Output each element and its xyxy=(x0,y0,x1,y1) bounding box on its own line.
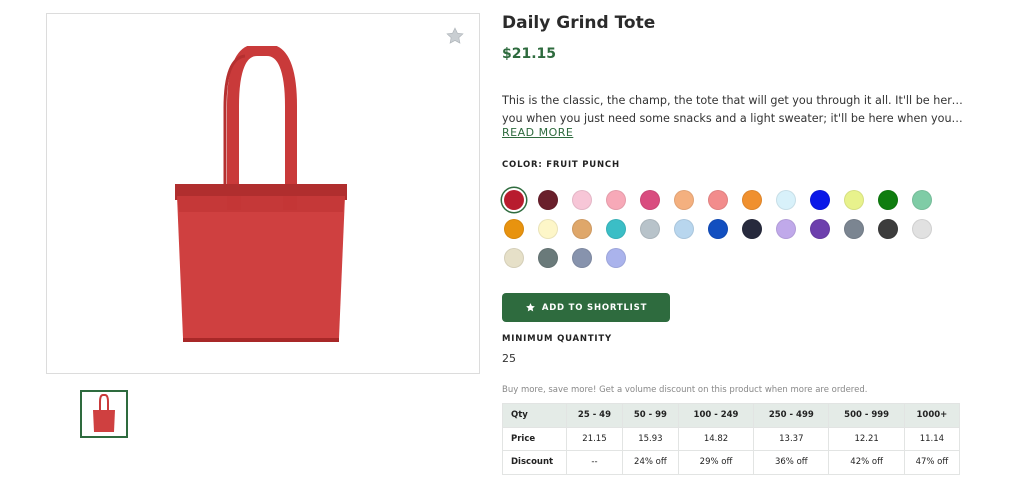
tote-bag-image xyxy=(175,46,347,342)
table-header-cell: 100 - 249 xyxy=(677,403,755,428)
table-cell: 24% off xyxy=(621,450,679,475)
color-swatch[interactable] xyxy=(504,219,524,239)
color-swatch[interactable] xyxy=(674,219,694,239)
minimum-quantity-value: 25 xyxy=(502,352,516,365)
table-cell: 36% off xyxy=(753,450,830,475)
table-cell: 21.15 xyxy=(566,426,623,451)
color-swatch[interactable] xyxy=(538,190,558,210)
table-cell: 42% off xyxy=(828,450,905,475)
table-cell: 15.93 xyxy=(621,426,679,451)
color-swatch[interactable] xyxy=(708,190,728,210)
color-swatch[interactable] xyxy=(606,248,626,268)
tote-thumbnail-image xyxy=(93,394,115,432)
color-swatch[interactable] xyxy=(742,219,762,239)
table-cell: 14.82 xyxy=(677,426,755,451)
volume-pricing-table: Qty 25 - 49 50 - 99 100 - 249 250 - 499 … xyxy=(502,403,961,475)
color-swatch[interactable] xyxy=(504,248,524,268)
color-swatch[interactable] xyxy=(538,248,558,268)
color-swatch[interactable] xyxy=(572,190,592,210)
color-swatch[interactable] xyxy=(776,190,796,210)
color-swatch[interactable] xyxy=(640,190,660,210)
table-cell: Price xyxy=(502,426,567,451)
table-header-cell: 25 - 49 xyxy=(566,403,623,428)
table-cell: 11.14 xyxy=(903,426,961,451)
color-swatch[interactable] xyxy=(572,248,592,268)
color-swatch[interactable] xyxy=(640,219,660,239)
color-swatch[interactable] xyxy=(572,219,592,239)
color-swatch[interactable] xyxy=(810,219,830,239)
color-swatch[interactable] xyxy=(708,219,728,239)
color-swatch[interactable] xyxy=(810,190,830,210)
table-cell: -- xyxy=(566,450,623,475)
table-cell: 13.37 xyxy=(753,426,830,451)
table-header-cell: 1000+ xyxy=(903,403,961,428)
minimum-quantity-label: MINIMUM QUANTITY xyxy=(502,334,612,344)
color-swatch[interactable] xyxy=(674,190,694,210)
table-header-cell: Qty xyxy=(502,403,567,428)
table-header-row: Qty 25 - 49 50 - 99 100 - 249 250 - 499 … xyxy=(502,403,961,428)
product-price: $21.15 xyxy=(502,46,557,62)
color-swatch[interactable] xyxy=(912,219,932,239)
favorite-star-icon[interactable] xyxy=(445,26,465,46)
table-header-cell: 50 - 99 xyxy=(621,403,679,428)
color-swatch[interactable] xyxy=(504,190,524,210)
product-thumbnail[interactable] xyxy=(80,390,128,438)
table-row: Discount -- 24% off 29% off 36% off 42% … xyxy=(502,450,961,475)
description-line: This is the classic, the champ, the tote… xyxy=(502,94,964,107)
table-row: Price 21.15 15.93 14.82 13.37 12.21 11.1… xyxy=(502,426,961,451)
volume-discount-note: Buy more, save more! Get a volume discou… xyxy=(502,385,868,395)
color-swatch[interactable] xyxy=(844,190,864,210)
color-swatch[interactable] xyxy=(742,190,762,210)
table-cell: Discount xyxy=(502,450,567,475)
table-cell: 47% off xyxy=(903,450,961,475)
star-icon xyxy=(525,303,535,312)
table-cell: 12.21 xyxy=(828,426,905,451)
color-swatch[interactable] xyxy=(878,190,898,210)
color-swatch[interactable] xyxy=(606,219,626,239)
color-swatch[interactable] xyxy=(606,190,626,210)
read-more-link[interactable]: READ MORE xyxy=(502,126,573,139)
color-swatch[interactable] xyxy=(912,190,932,210)
add-to-shortlist-button[interactable]: ADD TO SHORTLIST xyxy=(502,293,670,322)
color-label: COLOR: FRUIT PUNCH xyxy=(502,160,620,170)
product-description: This is the classic, the champ, the tote… xyxy=(502,92,964,128)
color-swatch[interactable] xyxy=(538,219,558,239)
add-to-shortlist-label: ADD TO SHORTLIST xyxy=(541,302,648,313)
table-header-cell: 250 - 499 xyxy=(753,403,830,428)
table-cell: 29% off xyxy=(677,450,755,475)
table-header-cell: 500 - 999 xyxy=(828,403,905,428)
color-swatch[interactable] xyxy=(878,219,898,239)
product-image-panel xyxy=(46,13,480,374)
color-swatch[interactable] xyxy=(776,219,796,239)
color-swatch[interactable] xyxy=(844,219,864,239)
product-title: Daily Grind Tote xyxy=(502,13,656,33)
